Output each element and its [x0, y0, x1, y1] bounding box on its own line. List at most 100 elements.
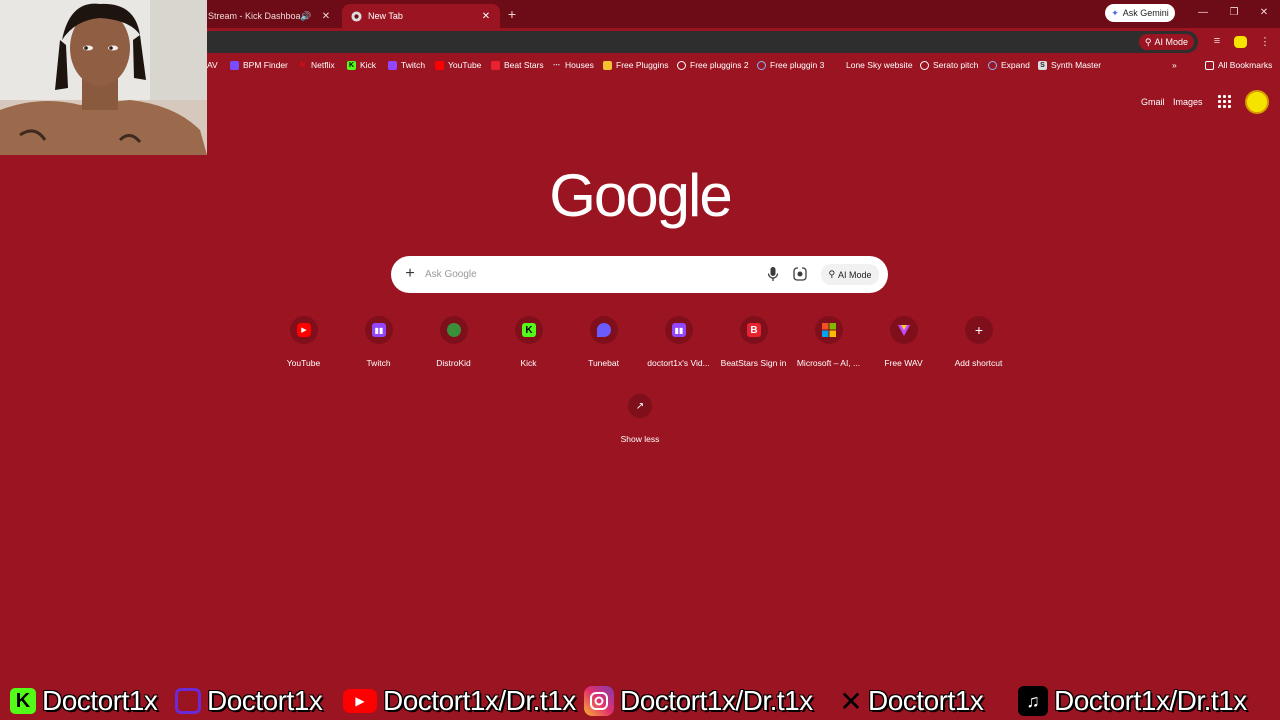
shortcut-doctort1x-videos[interactable]: ▮▮ doctort1x's Vid... — [641, 316, 716, 376]
restore-icon[interactable]: ❐ — [1228, 7, 1240, 18]
bookmark-synth-master[interactable]: S Synth Master — [1038, 60, 1101, 70]
bookmark-beat-stars[interactable]: Beat Stars — [491, 60, 544, 70]
shortcut-label: BeatStars Sign in — [720, 358, 787, 368]
site-icon — [757, 60, 766, 70]
shortcut-twitch[interactable]: ▮▮ Twitch — [341, 316, 416, 376]
close-icon[interactable]: ✕ — [480, 11, 492, 22]
bookmark-lone-sky[interactable]: Lone Sky website — [833, 60, 913, 70]
bookmark-label: YouTube — [448, 60, 482, 70]
shortcut-tile: B — [740, 316, 768, 344]
plus-icon: + — [974, 322, 984, 338]
show-less-button[interactable]: ↗ Show less — [608, 394, 672, 446]
camera-search-icon[interactable] — [793, 267, 807, 281]
all-bookmarks-button[interactable]: All Bookmarks — [1205, 60, 1272, 70]
folder-icon — [1205, 60, 1214, 70]
bookmark-free-pluggins-2[interactable]: Free pluggins 2 — [677, 60, 749, 70]
twitch-icon: ▮▮ — [372, 323, 386, 337]
bookmark-label: Free pluggin 3 — [770, 60, 825, 70]
bpm-finder-icon — [230, 60, 239, 70]
bookmark-free-pluggins[interactable]: Free Pluggins — [603, 60, 668, 70]
site-icon — [833, 61, 842, 70]
shortcut-distrokid[interactable]: DistroKid — [416, 316, 491, 376]
gemini-spark-icon: ✦ — [1111, 7, 1119, 18]
distrokid-icon — [447, 323, 461, 337]
shortcut-label: Tunebat — [588, 358, 619, 368]
bookmark-netflix[interactable]: N Netflix — [298, 60, 335, 70]
address-bar[interactable]: ⚲ AI Mode — [200, 31, 1198, 53]
bookmark-label: Netflix — [311, 60, 335, 70]
chrome-icon — [350, 10, 362, 22]
bookmark-serato-pitch[interactable]: Serato pitch — [920, 60, 978, 70]
bookmark-houses[interactable]: ⋯ Houses — [552, 60, 594, 70]
shortcut-free-wav[interactable]: Free WAV — [866, 316, 941, 376]
profile-icon[interactable] — [1234, 36, 1247, 48]
bookmark-label: BPM Finder — [243, 60, 288, 70]
omnibox-ai-mode-button[interactable]: ⚲ AI Mode — [1138, 34, 1194, 50]
shortcut-label: DistroKid — [436, 358, 471, 368]
instagram-icon — [584, 686, 614, 716]
youtube-icon: ▶ — [343, 689, 377, 713]
add-shortcut-button[interactable]: + Add shortcut — [941, 316, 1016, 376]
account-avatar[interactable] — [1245, 90, 1269, 114]
shortcut-tile — [815, 316, 843, 344]
bookmark-twitch[interactable]: Twitch — [388, 60, 425, 70]
new-tab-button[interactable]: + — [505, 6, 519, 22]
netflix-icon: N — [299, 61, 306, 69]
search-input[interactable] — [425, 264, 745, 284]
images-link[interactable]: Images — [1173, 97, 1203, 107]
shortcut-kick[interactable]: K Kick — [491, 316, 566, 376]
bookmark-youtube[interactable]: YouTube — [435, 60, 481, 70]
bookmark-bpm-finder[interactable]: BPM Finder — [230, 60, 288, 70]
window-close-icon[interactable]: ✕ — [1258, 7, 1270, 18]
kick-icon: K — [522, 323, 536, 337]
bookmark-av[interactable]: AV — [207, 60, 218, 70]
tab-title: New Tab — [368, 11, 403, 21]
shortcut-label: doctort1x's Vid... — [647, 358, 710, 368]
show-less-label: Show less — [620, 434, 660, 444]
minimize-icon[interactable]: — — [1197, 7, 1209, 18]
kick-icon: K — [10, 688, 36, 714]
bookmark-label: Beat Stars — [504, 60, 544, 70]
bookmark-label: Free pluggins 2 — [690, 60, 749, 70]
google-apps-icon[interactable] — [1218, 95, 1232, 109]
free-wav-icon — [898, 325, 910, 336]
bookmark-label: AV — [207, 60, 218, 70]
bookmark-free-pluggin-3[interactable]: Free pluggin 3 — [757, 60, 824, 70]
bookmark-label: Expand — [1001, 60, 1030, 70]
bookmarks-overflow-button[interactable]: » — [1172, 60, 1177, 70]
bookmark-kick[interactable]: K Kick — [347, 60, 376, 70]
shortcut-beatstars[interactable]: B BeatStars Sign in — [716, 316, 791, 376]
shortcut-youtube[interactable]: ▶ YouTube — [266, 316, 341, 376]
beatstars-icon: B — [747, 323, 761, 337]
shortcut-tile — [890, 316, 918, 344]
bookmark-label: Free Pluggins — [616, 60, 669, 70]
speaker-icon[interactable]: 🔊 — [300, 11, 312, 22]
webcam-overlay — [0, 0, 207, 155]
twitch-icon — [175, 688, 201, 714]
social-tiktok: ♫ Doctort1x/Dr.t1x — [1018, 685, 1247, 716]
tab-new-tab[interactable]: New Tab ✕ — [342, 4, 500, 28]
shortcut-label: YouTube — [286, 358, 321, 368]
twitch-icon — [388, 60, 397, 70]
ask-gemini-button[interactable]: ✦ Ask Gemini — [1105, 4, 1175, 22]
ai-mode-button[interactable]: ⚲ AI Mode — [821, 264, 879, 285]
shortcut-label: Add shortcut — [954, 358, 1003, 368]
reading-list-icon[interactable]: ≡ — [1210, 35, 1224, 47]
microphone-icon[interactable] — [766, 266, 780, 282]
bookmark-label: Lone Sky website — [846, 60, 913, 70]
webcam-feed — [0, 0, 207, 155]
shortcut-microsoft[interactable]: Microsoft – AI, ... — [791, 316, 866, 376]
shortcut-label: Free WAV — [884, 358, 923, 368]
site-icon — [920, 60, 929, 70]
menu-icon[interactable]: ⋮ — [1258, 35, 1272, 48]
shortcut-tile — [590, 316, 618, 344]
synthmaster-icon: S — [1038, 60, 1047, 70]
bookmark-expand[interactable]: Expand — [988, 60, 1030, 70]
gmail-link[interactable]: Gmail — [1141, 97, 1165, 107]
plus-icon[interactable]: + — [403, 265, 417, 283]
shortcut-tunebat[interactable]: Tunebat — [566, 316, 641, 376]
tab-kick-dashboard[interactable]: Stream - Kick Dashboard 🔊 ✕ — [200, 4, 340, 28]
bookmark-label: Serato pitch — [933, 60, 979, 70]
shortcut-label: Microsoft – AI, ... — [796, 358, 861, 368]
close-icon[interactable]: ✕ — [320, 11, 332, 22]
